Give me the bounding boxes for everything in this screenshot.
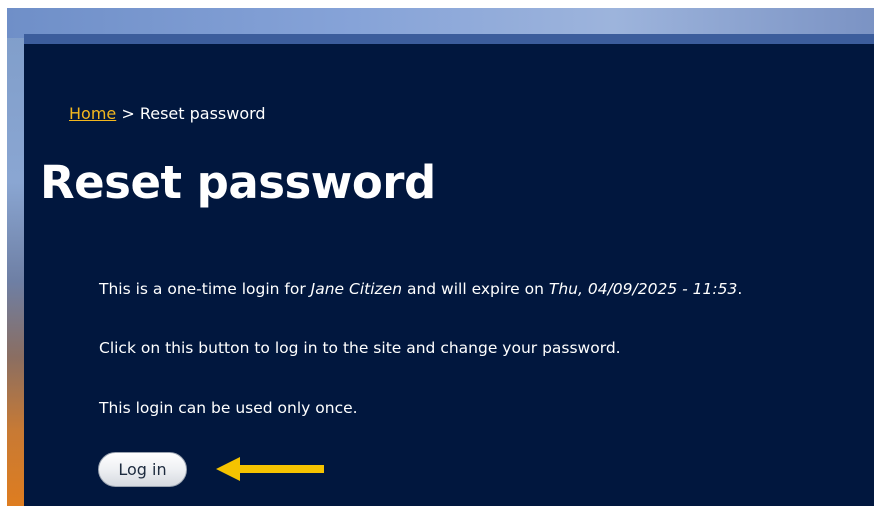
breadcrumb-home-link[interactable]: Home	[69, 104, 116, 123]
page-title: Reset password	[40, 156, 436, 209]
breadcrumb-separator: >	[116, 104, 140, 123]
arrow-left-icon	[216, 457, 324, 481]
one-time-login-message: This is a one-time login for Jane Citize…	[99, 280, 742, 298]
message-suffix: .	[737, 280, 743, 298]
expiry-datetime: Thu, 04/09/2025 - 11:53	[548, 280, 738, 298]
single-use-message: This login can be used only once.	[99, 399, 358, 417]
message-prefix: This is a one-time login for	[99, 280, 311, 298]
login-button[interactable]: Log in	[98, 452, 187, 487]
user-name: Jane Citizen	[310, 280, 403, 298]
message-middle: and will expire on	[402, 280, 549, 298]
instruction-message: Click on this button to log in to the si…	[99, 339, 621, 357]
breadcrumb-current: Reset password	[139, 104, 266, 123]
main-panel: Home > Reset password Reset password Thi…	[24, 34, 874, 506]
breadcrumb: Home > Reset password	[69, 104, 266, 123]
